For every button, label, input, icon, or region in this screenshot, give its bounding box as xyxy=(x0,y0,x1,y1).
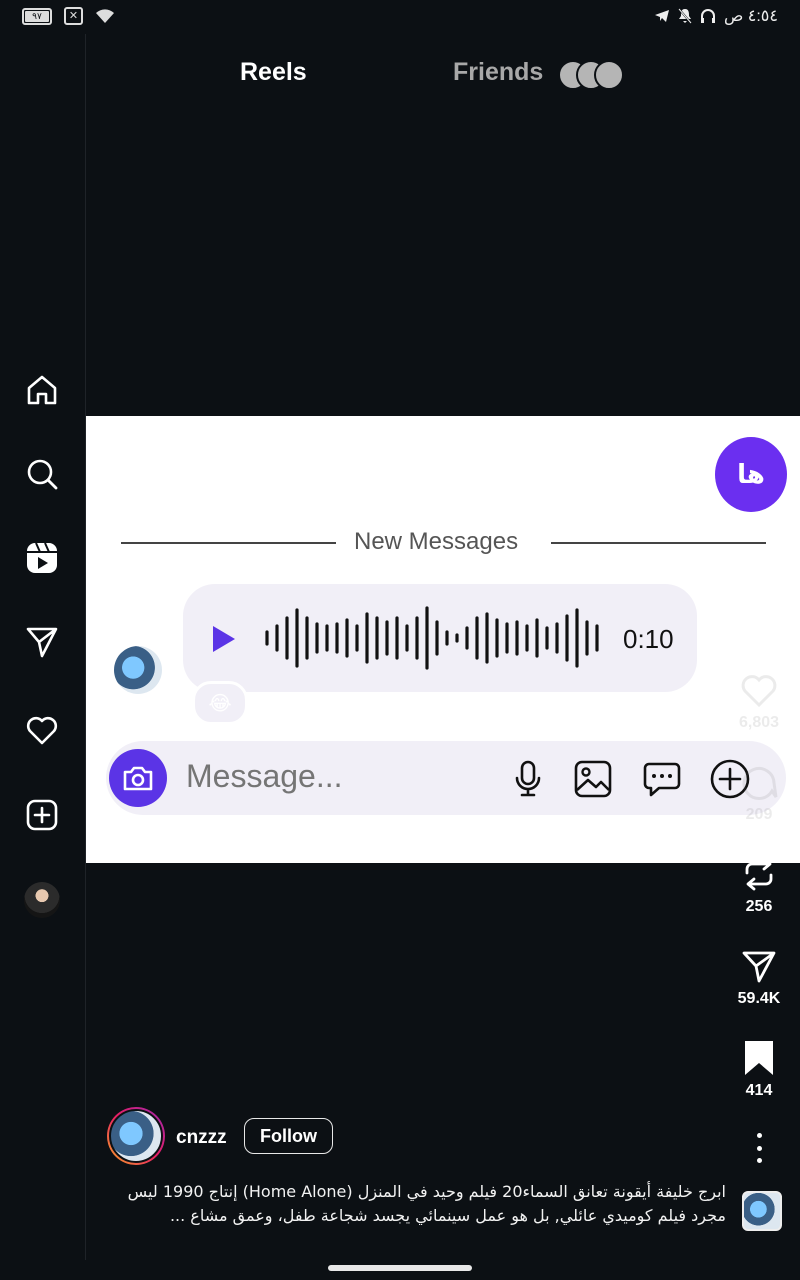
status-time: ٤:٥٤ ص xyxy=(723,8,778,25)
save-count: 414 xyxy=(745,1082,773,1099)
repost-count: 256 xyxy=(745,898,773,915)
share-icon xyxy=(742,951,776,983)
repost-button[interactable]: 256 xyxy=(729,852,789,916)
save-button[interactable]: 414 xyxy=(729,1036,789,1100)
friends-avatars xyxy=(558,60,624,90)
camera-button xyxy=(109,749,167,807)
gallery-button xyxy=(573,759,613,799)
battery-icon: ٩٧ xyxy=(22,7,52,25)
reel-video[interactable]: ها New Messages 0:10 😂 xyxy=(86,416,800,863)
repost-icon xyxy=(745,857,773,891)
message-input xyxy=(184,757,488,796)
gallery-icon xyxy=(574,760,612,798)
home-indicator[interactable] xyxy=(328,1265,472,1271)
sidebar-item-notifications[interactable] xyxy=(24,712,60,748)
profile-avatar xyxy=(24,882,60,918)
sidebar-item-direct[interactable] xyxy=(24,624,60,660)
heart-icon xyxy=(26,716,58,745)
sidebar-item-profile[interactable] xyxy=(24,882,60,918)
feed-tabs: Reels Friends xyxy=(86,58,800,94)
mic-button xyxy=(508,759,548,799)
tab-friends[interactable]: Friends xyxy=(453,58,543,87)
camera-icon xyxy=(123,766,153,791)
direct-icon xyxy=(26,627,58,658)
bookmark-icon xyxy=(745,1041,773,1075)
voice-message-bubble: 0:10 xyxy=(183,584,697,692)
waveform xyxy=(265,606,599,670)
mic-icon xyxy=(515,760,541,797)
home-icon xyxy=(27,375,57,405)
more-options-icon[interactable] xyxy=(749,1133,769,1163)
post-caption[interactable]: ابرج خليفة أيقونة تعانق السماء20 فيلم وح… xyxy=(106,1180,726,1228)
sidebar-item-home[interactable] xyxy=(24,372,60,408)
headphones-icon xyxy=(700,9,715,23)
follow-button[interactable]: Follow xyxy=(244,1118,333,1154)
create-icon xyxy=(26,799,58,831)
sidebar-nav xyxy=(0,34,86,1260)
search-icon xyxy=(27,459,58,490)
like-button[interactable]: 6,803 xyxy=(729,668,789,732)
divider-right xyxy=(551,542,766,544)
reels-icon xyxy=(27,542,57,573)
owner-username[interactable]: cnzzz xyxy=(176,1127,227,1149)
peer-avatar xyxy=(114,646,162,694)
sender-badge: ها xyxy=(715,437,787,512)
new-messages-divider: New Messages xyxy=(354,528,519,555)
sticker-button xyxy=(642,759,682,799)
telegram-icon xyxy=(654,10,669,22)
sidebar-item-create[interactable] xyxy=(24,797,60,833)
mute-icon xyxy=(678,8,692,24)
comment-count: 209 xyxy=(745,806,773,823)
message-composer xyxy=(106,741,786,815)
wifi-icon xyxy=(96,9,114,23)
divider-left xyxy=(121,542,336,544)
sidebar-item-reels[interactable] xyxy=(24,540,60,576)
comment-icon xyxy=(742,767,778,800)
reaction-emoji: 😂 xyxy=(192,681,248,725)
voice-duration: 0:10 xyxy=(623,624,674,654)
comment-button[interactable]: 209 xyxy=(729,760,789,824)
like-count: 6,803 xyxy=(738,714,780,731)
share-button[interactable]: 59.4K xyxy=(729,944,789,1008)
chat-bubble-icon xyxy=(643,762,681,797)
owner-avatar[interactable] xyxy=(107,1107,165,1165)
status-bar: ٩٧ ✕ ٤:٥٤ ص xyxy=(0,0,800,34)
play-icon xyxy=(213,626,235,652)
audio-thumbnail[interactable] xyxy=(742,1191,782,1231)
sidebar-item-search[interactable] xyxy=(24,456,60,492)
share-count: 59.4K xyxy=(737,990,781,1007)
tab-reels[interactable]: Reels xyxy=(240,58,307,87)
close-box-icon: ✕ xyxy=(64,7,83,25)
heart-icon xyxy=(741,675,777,708)
